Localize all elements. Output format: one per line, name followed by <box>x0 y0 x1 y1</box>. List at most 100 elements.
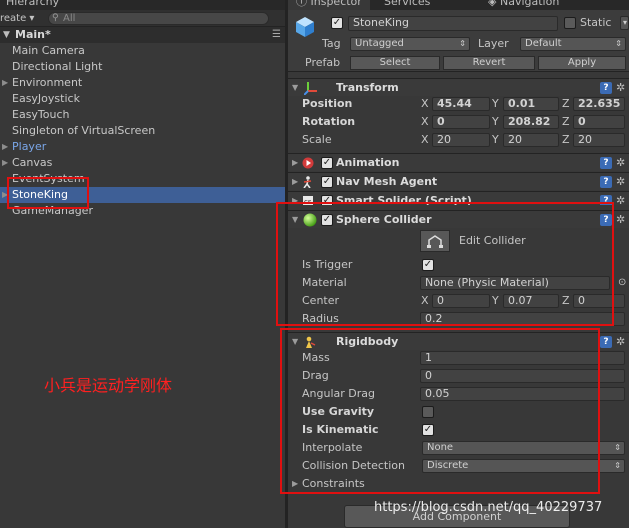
hierarchy-panel: Hierarchy reate ▾ ⚲ All ▼ Main* ☰ Main C… <box>0 0 285 528</box>
expand-arrow-icon[interactable]: ▶ <box>2 139 8 155</box>
prefab-revert-button[interactable]: Revert <box>443 56 535 70</box>
y-axis-label: Y <box>492 133 499 146</box>
transform-x-field[interactable]: 0 <box>432 115 490 129</box>
animation-gear-icon[interactable]: ✲ <box>616 154 625 172</box>
object-name-field[interactable]: StoneKing <box>348 16 558 31</box>
rigidbody-gear-icon[interactable]: ✲ <box>616 333 625 351</box>
transform-help-icon[interactable]: ? <box>600 82 612 94</box>
transform-row-label: Rotation <box>302 115 356 128</box>
transform-icon <box>304 82 317 95</box>
static-label: Static <box>580 16 612 29</box>
layer-value: Default <box>525 38 562 49</box>
watermark: https://blog.csdn.net/qq_40229737 <box>374 500 603 515</box>
hierarchy-item[interactable]: ▶ Environment <box>0 75 285 91</box>
prefab-apply-button[interactable]: Apply <box>538 56 626 70</box>
transform-y-field[interactable]: 20 <box>503 133 559 147</box>
tab-inspector[interactable]: ⓘ Inspector <box>288 0 370 10</box>
search-placeholder: All <box>63 13 76 24</box>
transform-header[interactable]: ▼ Transform ? ✲ <box>288 78 629 96</box>
inspector-tab-bar: ⓘ Inspector Services ◈ Navigation <box>288 0 629 10</box>
animation-header[interactable]: ▶ ✓ Animation ? ✲ <box>288 153 629 171</box>
hierarchy-item-label: EasyJoystick <box>12 92 80 105</box>
x-axis-label: X <box>421 97 429 110</box>
hierarchy-item[interactable]: Directional Light <box>0 59 285 75</box>
nav-mesh-agent-title: Nav Mesh Agent <box>336 175 438 188</box>
prefab-label: Prefab <box>305 56 341 69</box>
layer-dropdown[interactable]: Default ⇕ <box>520 37 626 51</box>
hierarchy-item[interactable]: Singleton of VirtualScreen <box>0 123 285 139</box>
transform-x-field[interactable]: 45.44 <box>432 97 490 111</box>
transform-z-field[interactable]: 20 <box>573 133 625 147</box>
nav-mesh-agent-help-icon[interactable]: ? <box>600 176 612 188</box>
nav-mesh-agent-gear-icon[interactable]: ✲ <box>616 173 625 191</box>
animation-enabled-checkbox[interactable]: ✓ <box>321 157 333 169</box>
inspector-tab-icon: ⓘ <box>296 0 311 8</box>
static-checkbox[interactable] <box>564 17 576 29</box>
transform-x-field[interactable]: 20 <box>432 133 490 147</box>
transform-title: Transform <box>336 81 399 94</box>
search-icon: ⚲ <box>52 13 59 23</box>
transform-z-field[interactable]: 0 <box>573 115 625 129</box>
animation-help-icon[interactable]: ? <box>600 157 612 169</box>
transform-row-label: Position <box>302 97 353 110</box>
transform-z-field[interactable]: 22.635 <box>573 97 625 111</box>
layer-dropdown-arrow-icon: ⇕ <box>615 39 622 48</box>
tab-inspector-label: Inspector <box>310 0 362 8</box>
hierarchy-item-label: Environment <box>12 76 83 89</box>
y-axis-label: Y <box>492 115 499 128</box>
tag-value: Untagged <box>355 38 404 49</box>
scene-menu-icon[interactable]: ☰ <box>272 27 281 43</box>
hierarchy-item-label: Main Camera <box>12 44 85 57</box>
hierarchy-item[interactable]: EasyJoystick <box>0 91 285 107</box>
transform-y-field[interactable]: 0.01 <box>503 97 559 111</box>
tab-hierarchy[interactable]: Hierarchy <box>0 0 65 10</box>
transform-row-label: Scale <box>302 133 332 146</box>
hierarchy-item[interactable]: ▶ Canvas <box>0 155 285 171</box>
transform-y-field[interactable]: 208.82 <box>503 115 559 129</box>
rigidbody-help-icon[interactable]: ? <box>600 336 612 348</box>
hierarchy-item-label: Singleton of VirtualScreen <box>12 124 156 137</box>
z-axis-label: Z <box>562 115 570 128</box>
z-axis-label: Z <box>562 97 570 110</box>
transform-fold-icon[interactable]: ▼ <box>292 79 298 97</box>
scene-name: Main* <box>15 28 51 41</box>
animation-title: Animation <box>336 156 400 169</box>
x-axis-label: X <box>421 115 429 128</box>
hierarchy-item-label: EasyTouch <box>12 108 70 121</box>
nav-mesh-agent-enabled-checkbox[interactable]: ✓ <box>321 176 333 188</box>
interpolate-arrow-icon: ⇕ <box>614 443 621 452</box>
tab-services[interactable]: Services <box>384 0 430 10</box>
tag-dropdown[interactable]: Untagged ⇕ <box>350 37 470 51</box>
expand-arrow-icon[interactable]: ▶ <box>2 155 8 171</box>
tag-label: Tag <box>322 37 341 50</box>
z-axis-label: Z <box>562 133 570 146</box>
nav-mesh-fold-icon[interactable]: ▶ <box>292 173 298 191</box>
tab-navigation[interactable]: ◈ Navigation <box>488 0 559 10</box>
scene-expand-icon[interactable]: ▼ <box>3 27 10 43</box>
hierarchy-item[interactable]: EasyTouch <box>0 107 285 123</box>
object-header: ✓ StoneKing Static ▾ Tag Untagged ⇕ Layer… <box>288 10 629 72</box>
transform-gear-icon[interactable]: ✲ <box>616 79 625 97</box>
prefab-select-button[interactable]: Select <box>350 56 440 70</box>
static-dropdown[interactable]: ▾ <box>620 16 629 30</box>
sphere-collider-gear-icon[interactable]: ✲ <box>616 211 625 229</box>
create-dropdown[interactable]: reate ▾ <box>0 11 34 26</box>
hierarchy-search-input[interactable]: ⚲ All <box>48 12 269 25</box>
hierarchy-item[interactable]: ▶ Player <box>0 139 285 155</box>
gameobject-cube-icon <box>296 17 314 37</box>
layer-label: Layer <box>478 37 509 50</box>
tab-navigation-label: Navigation <box>499 0 560 8</box>
nav-mesh-agent-icon <box>303 176 312 188</box>
expand-arrow-icon[interactable]: ▶ <box>2 75 8 91</box>
scene-header[interactable]: ▼ Main* ☰ <box>0 27 285 43</box>
annotation-text: 小兵是运动学刚体 <box>44 376 173 395</box>
hierarchy-tab-bar: Hierarchy <box>0 0 285 10</box>
smart-solider-gear-icon[interactable]: ✲ <box>616 192 625 205</box>
highlight-stoneking <box>7 177 89 209</box>
hierarchy-item[interactable]: Main Camera <box>0 43 285 59</box>
nav-mesh-agent-header[interactable]: ▶ ✓ Nav Mesh Agent ? ✲ <box>288 172 629 190</box>
highlight-sphere-collider <box>276 202 614 326</box>
object-active-checkbox[interactable]: ✓ <box>331 17 343 29</box>
animation-fold-icon[interactable]: ▶ <box>292 154 298 172</box>
material-picker-icon[interactable]: ⊙ <box>618 276 626 290</box>
